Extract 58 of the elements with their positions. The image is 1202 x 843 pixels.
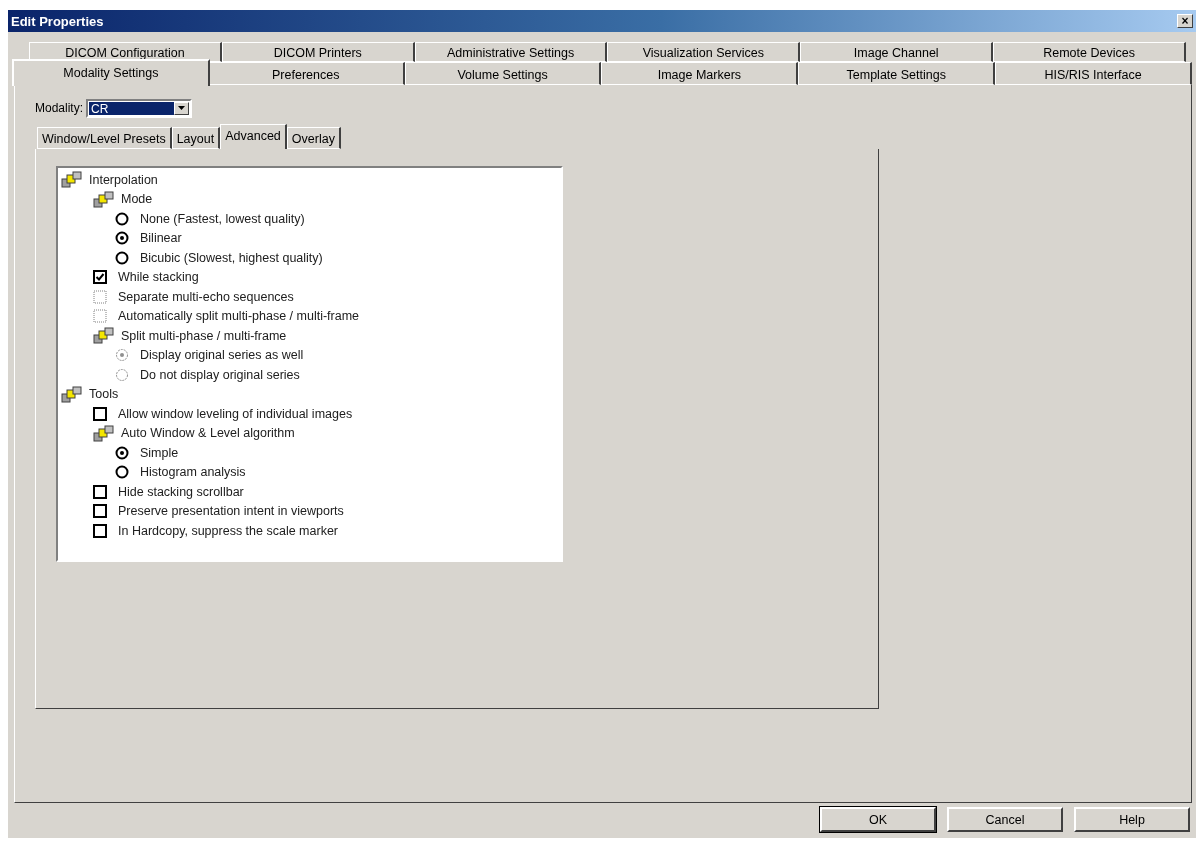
tab[interactable]: Template Settings — [798, 62, 996, 85]
group-label: Auto Window & Level algorithm — [121, 426, 295, 441]
radio-label: Simple — [140, 445, 179, 460]
checkbox[interactable] — [93, 504, 107, 519]
checkbox-label: Automatically split multi-phase / multi-frame — [118, 309, 360, 324]
radio-label: Bilinear — [140, 231, 182, 246]
checkbox-label: In Hardcopy, suppress the scale marker — [118, 523, 338, 538]
radio-label: Do not display original series — [140, 367, 300, 382]
radio-label: None (Fastest, lowest quality) — [140, 211, 305, 226]
checkbox-label: While stacking — [118, 270, 199, 285]
radio-button[interactable] — [115, 211, 129, 226]
modality-dropdown[interactable]: CR — [86, 98, 193, 118]
window-title: Edit Properties — [11, 13, 104, 29]
dropdown-arrow-icon — [178, 106, 186, 110]
radio-button[interactable] — [115, 445, 129, 460]
dialog-button[interactable]: OK — [820, 807, 936, 832]
tab[interactable]: Layout — [171, 127, 221, 149]
tab[interactable]: DICOM Configuration — [29, 42, 222, 62]
radio-button[interactable] — [115, 231, 129, 246]
checkbox[interactable] — [93, 406, 107, 421]
close-button[interactable]: × — [1177, 14, 1193, 28]
radio-button[interactable] — [115, 465, 129, 480]
squares-icon — [93, 327, 115, 345]
squares-icon — [93, 424, 115, 442]
modality-label: Modality: — [35, 101, 84, 115]
tab[interactable]: Modality Settings — [12, 59, 210, 86]
radio-label: Display original series as well — [140, 348, 304, 363]
dialog-button[interactable]: Help — [1074, 807, 1190, 832]
group-label: Interpolation — [89, 172, 158, 187]
tab[interactable]: Administrative Settings — [414, 42, 608, 62]
radio-label: Histogram analysis — [140, 465, 246, 480]
checkbox[interactable] — [93, 270, 107, 285]
checkbox-label: Separate multi-echo sequences — [118, 289, 294, 304]
squares-icon — [93, 190, 115, 208]
tab[interactable]: Window/Level Presets — [37, 127, 172, 149]
tab[interactable]: DICOM Printers — [221, 42, 415, 62]
tab[interactable]: Volume Settings — [404, 62, 602, 85]
checkbox-label: Allow window leveling of individual images — [118, 406, 353, 421]
checkbox[interactable] — [93, 484, 107, 499]
group-label: Tools — [89, 387, 119, 402]
radio-label: Bicubic (Slowest, highest quality) — [140, 250, 323, 265]
group-label: Split multi-phase / multi-frame — [121, 328, 287, 343]
squares-icon — [61, 385, 83, 403]
tab[interactable]: Remote Devices — [993, 42, 1186, 62]
tab[interactable]: Visualization Services — [607, 42, 801, 62]
checkbox-label: Preserve presentation intent in viewports — [118, 504, 344, 519]
radio-button[interactable] — [115, 250, 129, 265]
tab[interactable]: HIS/RIS Interface — [995, 62, 1192, 85]
tab[interactable]: Overlay — [286, 127, 341, 149]
tab[interactable]: Image Markers — [601, 62, 799, 85]
checkbox[interactable] — [93, 523, 107, 538]
checkbox-label: Hide stacking scrollbar — [118, 484, 244, 499]
tab[interactable]: Advanced — [220, 124, 287, 149]
squares-icon — [61, 171, 83, 189]
dialog-button[interactable]: Cancel — [947, 807, 1063, 832]
tab[interactable]: Image Channel — [800, 42, 994, 62]
group-label: Mode — [121, 192, 153, 207]
tab[interactable]: Preferences — [207, 62, 405, 85]
